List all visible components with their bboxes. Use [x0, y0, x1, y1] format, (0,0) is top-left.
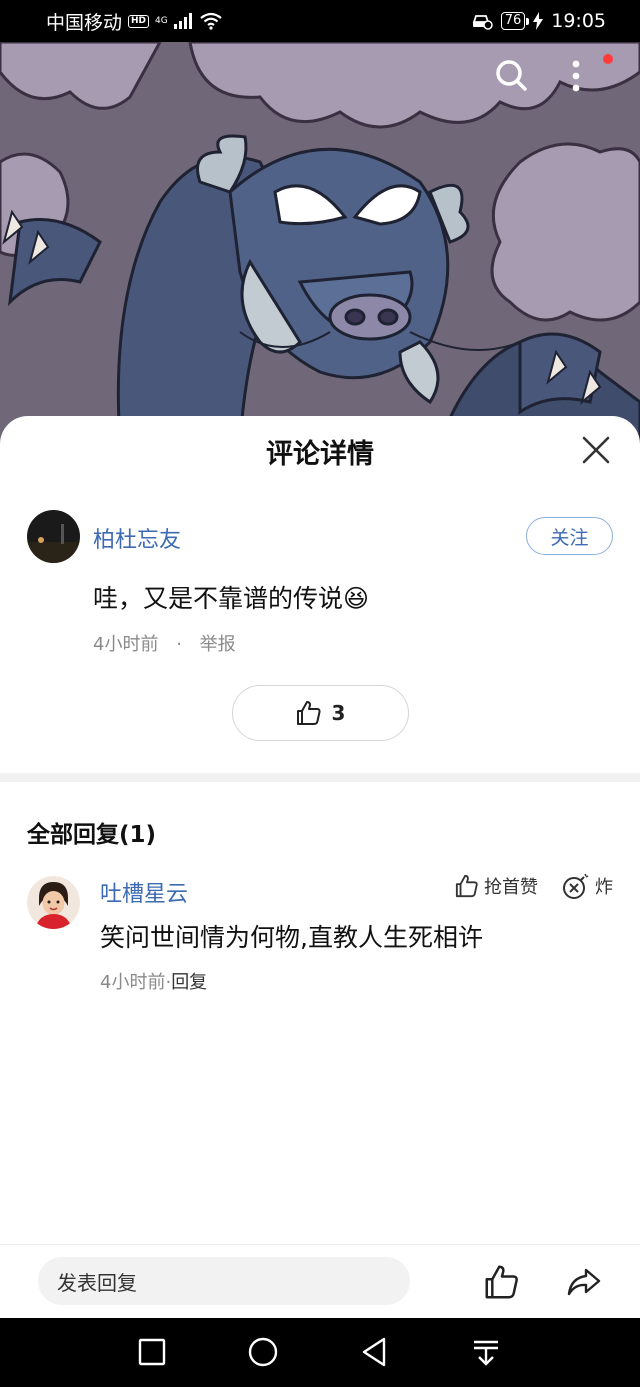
like-count: 3	[331, 701, 346, 725]
like-button[interactable]	[484, 1264, 520, 1300]
more-vertical-icon	[572, 60, 580, 92]
video-thumbnail[interactable]	[0, 42, 640, 442]
system-navigation-bar	[0, 1318, 640, 1387]
reply-author-name[interactable]: 吐槽星云	[100, 876, 188, 908]
comment-meta: 4小时前 · 举报	[93, 630, 236, 656]
car-mode-icon	[472, 15, 493, 30]
back-button[interactable]	[358, 1336, 390, 1368]
status-left: 中国移动 HD 4G	[46, 8, 222, 35]
replies-header: 全部回复(1)	[27, 822, 157, 848]
home-button[interactable]	[247, 1336, 279, 1368]
bottom-action-bar: 发表回复	[0, 1244, 640, 1319]
signal-icon	[173, 13, 192, 29]
thumbs-up-icon	[455, 874, 478, 898]
comment-like-button[interactable]: 3	[232, 685, 409, 741]
comment-time: 4小时前	[93, 634, 159, 655]
reply-text: 笑问世间情为何物,直教人生死相许	[100, 923, 483, 952]
close-button[interactable]	[578, 432, 614, 468]
share-icon	[567, 1268, 601, 1296]
battery-level: 76	[500, 12, 529, 30]
author-name[interactable]: 柏杜忘友	[93, 522, 181, 554]
share-button[interactable]	[566, 1264, 602, 1300]
search-icon	[496, 60, 527, 91]
first-like-label: 抢首赞	[484, 877, 538, 898]
wifi-icon	[200, 12, 222, 30]
comment-text: 哇，又是不靠谱的传说😆	[93, 584, 370, 613]
bomb-icon	[563, 873, 589, 899]
pull-down-icon	[474, 1340, 498, 1366]
more-button[interactable]	[570, 58, 610, 98]
sheet-title: 评论详情	[266, 439, 374, 470]
circle-icon	[248, 1337, 278, 1367]
square-icon	[138, 1338, 166, 1366]
reply-bomb-button[interactable]: 炸	[562, 873, 613, 899]
thumbs-up-icon	[485, 1265, 518, 1299]
author-avatar[interactable]	[27, 510, 80, 563]
close-icon	[582, 436, 610, 464]
charging-icon	[533, 12, 544, 30]
section-divider	[0, 773, 640, 782]
notification-dot	[603, 54, 613, 64]
meta-separator: ·	[176, 634, 182, 655]
reply-first-like-button[interactable]: 抢首赞	[455, 873, 538, 899]
status-right: 76 19:05	[471, 10, 606, 32]
triangle-back-icon	[362, 1337, 386, 1367]
carrier-name: 中国移动	[46, 11, 123, 34]
hd-badge: HD	[128, 14, 150, 28]
notification-pull-button[interactable]	[470, 1336, 502, 1368]
dragon-illustration	[0, 42, 640, 442]
comment-detail-sheet: 评论详情 柏杜忘友 关注 哇，又是不靠谱的传说😆 4小时前 · 举报 3 全部回…	[0, 416, 640, 1319]
clock: 19:05	[551, 10, 606, 32]
reply-input[interactable]: 发表回复	[38, 1257, 410, 1305]
reply-author-avatar[interactable]	[27, 876, 80, 929]
reply-meta: 4小时前·回复	[100, 968, 207, 994]
thumbs-up-icon	[296, 701, 321, 725]
report-link[interactable]: 举报	[200, 634, 236, 655]
search-button[interactable]	[494, 58, 534, 98]
bomb-label: 炸	[595, 877, 613, 898]
follow-button[interactable]: 关注	[526, 517, 613, 555]
reply-link[interactable]: 回复	[171, 972, 207, 993]
reply-time: 4小时前	[100, 972, 166, 993]
network-type: 4G	[155, 16, 168, 26]
status-bar: 中国移动 HD 4G 76 19:05	[0, 0, 640, 42]
recents-button[interactable]	[136, 1336, 168, 1368]
